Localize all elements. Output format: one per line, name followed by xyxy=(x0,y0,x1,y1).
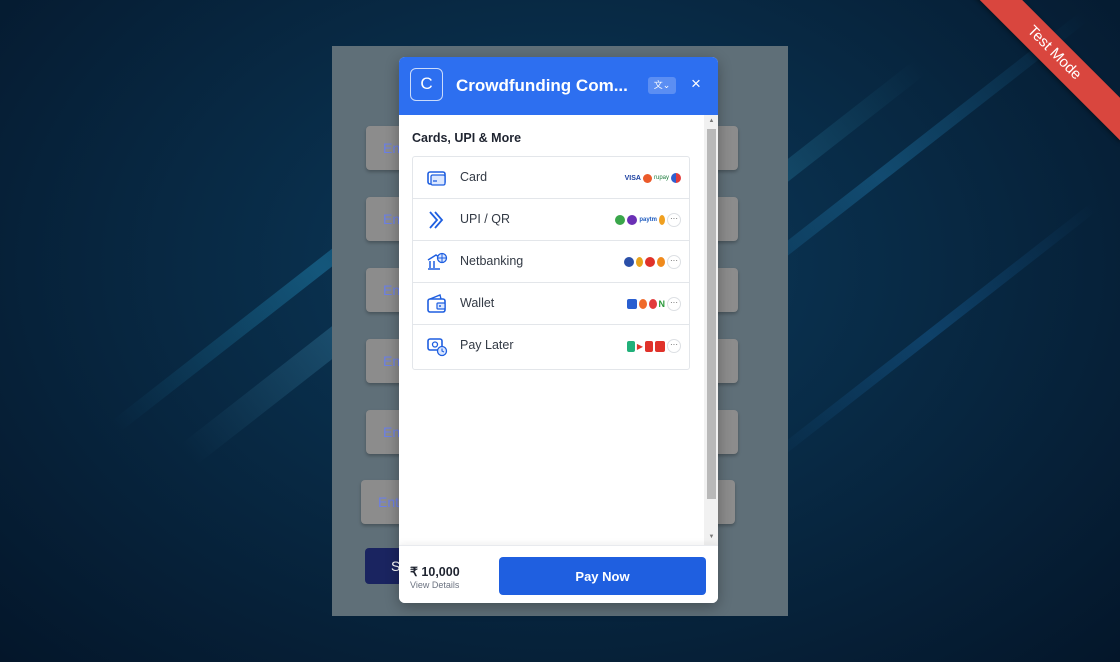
payment-amount: ₹ 10,000 xyxy=(410,565,460,579)
pay-now-button[interactable]: Pay Now xyxy=(499,557,706,595)
language-button[interactable]: 文⌄ xyxy=(648,77,676,94)
more-icon: ··· xyxy=(667,339,681,353)
pay-later-logos: ▶ ··· xyxy=(626,339,681,353)
scrollbar[interactable]: ▲ ▼ xyxy=(704,115,718,545)
scrollbar-thumb[interactable] xyxy=(707,129,716,499)
method-upi[interactable]: UPI / QR paytm ··· xyxy=(413,199,689,241)
scroll-up-arrow-icon[interactable]: ▲ xyxy=(707,118,716,124)
test-mode-label: Test Mode xyxy=(965,0,1120,142)
close-button[interactable]: × xyxy=(691,74,701,94)
method-card[interactable]: Card VISA rupay xyxy=(413,157,689,199)
pay-later-icon xyxy=(427,338,448,357)
method-label: Card xyxy=(460,170,488,184)
method-pay-later[interactable]: Pay Later ▶ ··· xyxy=(413,325,689,369)
view-details-link[interactable]: View Details xyxy=(410,580,459,590)
section-title: Cards, UPI & More xyxy=(412,131,522,145)
upi-icon xyxy=(429,211,444,229)
more-icon: ··· xyxy=(667,255,681,269)
test-mode-ribbon: Test Mode xyxy=(960,0,1120,160)
card-icon xyxy=(427,171,446,186)
checkout-body: Cards, UPI & More Card VISA rupay UPI / … xyxy=(399,115,704,545)
method-label: Wallet xyxy=(460,296,495,310)
method-label: Pay Later xyxy=(460,338,514,352)
wallet-icon xyxy=(427,294,446,313)
merchant-logo: C xyxy=(410,68,443,101)
more-icon: ··· xyxy=(667,213,681,227)
background-streak xyxy=(761,201,1099,469)
language-icon: 文⌄ xyxy=(653,80,671,90)
checkout-footer: ₹ 10,000 View Details Pay Now xyxy=(399,545,718,603)
payment-methods-list: Card VISA rupay UPI / QR paytm ··· Netba… xyxy=(412,156,690,370)
bank-logos: ··· xyxy=(624,255,681,269)
card-network-logos: VISA rupay xyxy=(625,171,681,185)
method-wallet[interactable]: Wallet N ··· xyxy=(413,283,689,325)
more-icon: ··· xyxy=(667,297,681,311)
bank-icon xyxy=(427,252,448,270)
wallet-logos: N ··· xyxy=(626,297,681,311)
checkout-modal: C Crowdfunding Com... 文⌄ × Cards, UPI & … xyxy=(399,57,718,603)
method-label: Netbanking xyxy=(460,254,524,268)
method-netbanking[interactable]: Netbanking ··· xyxy=(413,241,689,283)
scroll-down-arrow-icon[interactable]: ▼ xyxy=(707,534,716,540)
checkout-header: C Crowdfunding Com... 文⌄ × xyxy=(399,57,718,115)
upi-app-logos: paytm ··· xyxy=(615,213,681,227)
merchant-name: Crowdfunding Com... xyxy=(456,76,628,95)
method-label: UPI / QR xyxy=(460,212,511,226)
